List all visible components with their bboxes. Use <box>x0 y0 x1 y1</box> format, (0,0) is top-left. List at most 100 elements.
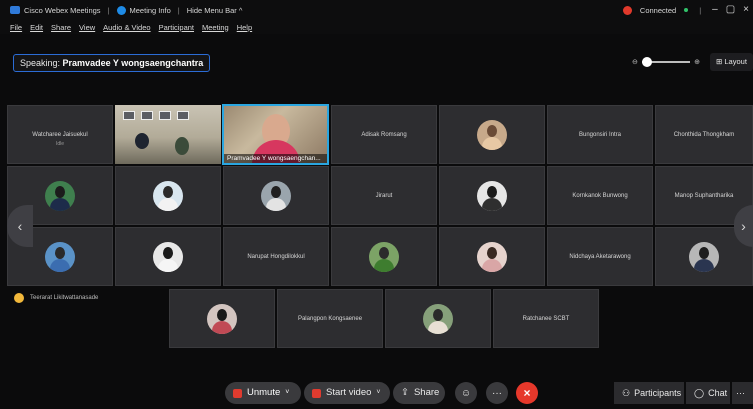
leave-meeting-button[interactable]: × <box>516 382 538 404</box>
menu-share[interactable]: Share <box>51 23 71 32</box>
smiley-icon: ☺ <box>460 387 472 399</box>
participant-tile[interactable]: Narupat Hongdilokkul <box>223 227 329 286</box>
participants-button[interactable]: ⚇ Participants <box>614 382 684 404</box>
participant-avatar <box>207 303 237 334</box>
participant-tile[interactable] <box>115 166 221 225</box>
participant-tile[interactable] <box>169 289 275 348</box>
chevron-down-icon[interactable]: ˅ <box>285 382 289 404</box>
menu-audio-video[interactable]: Audio & Video <box>103 23 150 32</box>
layout-button[interactable]: ⊞ Layout <box>710 53 753 71</box>
participant-tile[interactable]: Watcharee Jaisuekul Idle <box>7 105 113 164</box>
participant-status: Idle <box>55 140 65 147</box>
chat-label: Chat <box>708 388 728 398</box>
restore-button[interactable]: ▢ <box>726 5 735 15</box>
participant-avatar <box>477 241 507 272</box>
participant-tile[interactable]: Ratchanee SCBT <box>493 289 599 348</box>
zoom-slider-knob[interactable] <box>641 57 652 67</box>
layout-grid-icon: ⊞ <box>716 57 723 66</box>
connection-status[interactable]: Connected <box>640 6 676 15</box>
participant-tile[interactable]: Adisak Romsang <box>331 105 437 164</box>
participant-video-tile[interactable] <box>115 105 221 164</box>
participant-avatar <box>477 119 507 150</box>
chevron-down-icon[interactable]: ˅ <box>376 382 380 404</box>
meeting-info-icon[interactable] <box>116 5 126 15</box>
participant-avatar <box>45 180 75 211</box>
participant-name: Jirarut <box>375 192 393 199</box>
participant-name: Chonthida Thongkham <box>673 131 735 138</box>
menu-meeting[interactable]: Meeting <box>202 23 229 32</box>
zoom-out-icon[interactable]: ⊖ <box>632 58 638 66</box>
participant-tile[interactable]: Bungonsiri Intra <box>547 105 653 164</box>
participant-avatar <box>45 241 75 272</box>
chat-icon: ◯ <box>694 388 705 398</box>
layout-label: Layout <box>724 57 747 66</box>
share-icon: ⇪ <box>401 387 409 398</box>
video-off-icon <box>312 388 321 398</box>
self-view[interactable]: Teerarat Likitwattanasade <box>14 293 98 303</box>
menu-file[interactable]: File <box>10 23 22 32</box>
participant-name: Ratchanee SCBT <box>522 315 570 322</box>
participant-tile[interactable] <box>439 105 545 164</box>
zoom-slider[interactable] <box>641 57 691 67</box>
share-label: Share <box>413 387 440 398</box>
participant-tile[interactable]: Nidchaya Aketarawong <box>547 227 653 286</box>
hide-menu-bar-button[interactable]: Hide Menu Bar ^ <box>187 6 243 15</box>
participant-avatar <box>689 241 719 272</box>
participant-avatar <box>153 180 183 211</box>
connection-status-icon <box>622 5 632 15</box>
microphone-muted-icon <box>233 388 242 398</box>
title-bar: Cisco Webex Meetings | Meeting Info | Hi… <box>0 0 753 20</box>
meeting-control-bar: Unmute ˅ Start video ˅ ⇪ Share ☺ ··· × ⚇… <box>0 379 753 409</box>
close-icon: × <box>523 386 531 400</box>
app-name: Cisco Webex Meetings <box>24 5 101 15</box>
start-video-button[interactable]: Start video ˅ <box>304 382 390 404</box>
speaking-indicator: Speaking: Pramvadee Y wongsaengchantra <box>13 54 211 72</box>
participants-label: Participants <box>634 388 682 398</box>
participant-name: Kornkanok Bunwong <box>572 192 628 199</box>
share-button[interactable]: ⇪ Share <box>393 382 445 404</box>
more-dots-icon: ··· <box>492 387 502 399</box>
menu-participant[interactable]: Participant <box>159 23 194 32</box>
participant-tile[interactable] <box>385 289 491 348</box>
reactions-button[interactable]: ☺ <box>455 382 477 404</box>
minimize-button[interactable]: – <box>712 5 718 15</box>
menu-edit[interactable]: Edit <box>30 23 43 32</box>
connection-green-dot-icon <box>684 8 689 12</box>
participant-tile[interactable] <box>439 166 545 225</box>
title-separator-2: | <box>177 5 180 15</box>
participant-name: Nidchaya Aketarawong <box>569 253 631 260</box>
participant-avatar <box>261 180 291 211</box>
active-speaker-tile[interactable]: Pramvadee Y wongsaengchan... <box>222 104 329 165</box>
participant-tile[interactable] <box>115 227 221 286</box>
participant-tile[interactable]: Chonthida Thongkham <box>655 105 753 164</box>
participant-name: Manop Suphantharika <box>674 192 734 199</box>
participant-avatar <box>369 241 399 272</box>
more-panels-button[interactable]: ··· <box>732 382 753 404</box>
menu-bar: File Edit Share View Audio & Video Parti… <box>0 20 753 34</box>
meeting-info-link[interactable]: Meeting Info <box>130 6 171 15</box>
participant-tile[interactable] <box>223 166 329 225</box>
participant-name: Bungonsiri Intra <box>578 131 622 138</box>
unmute-button[interactable]: Unmute ˅ <box>225 382 301 404</box>
chat-button[interactable]: ◯ Chat <box>686 382 730 404</box>
participant-tile[interactable]: Kornkanok Bunwong <box>547 166 653 225</box>
unmute-label: Unmute <box>247 387 281 398</box>
zoom-in-icon[interactable]: ⊕ <box>694 58 700 66</box>
person-silhouette <box>135 133 149 149</box>
participant-tile[interactable] <box>331 227 437 286</box>
more-options-button[interactable]: ··· <box>486 382 508 404</box>
close-button[interactable]: × <box>743 5 749 15</box>
more-dots-icon: ··· <box>736 388 745 398</box>
participant-tile[interactable] <box>439 227 545 286</box>
participant-tile[interactable]: Jirarut <box>331 166 437 225</box>
chevron-left-icon: ‹ <box>17 218 23 234</box>
participant-tile[interactable]: Palangpon Kongsaenee <box>277 289 383 348</box>
start-video-label: Start video <box>326 387 372 398</box>
participant-avatar <box>423 303 453 334</box>
participant-name: Adisak Romsang <box>361 131 407 138</box>
smiley-avatar-icon <box>14 293 24 303</box>
menu-view[interactable]: View <box>79 23 95 32</box>
zoom-control: ⊖ ⊕ <box>628 53 704 71</box>
menu-help[interactable]: Help <box>237 23 252 32</box>
title-separator: | <box>107 5 110 15</box>
